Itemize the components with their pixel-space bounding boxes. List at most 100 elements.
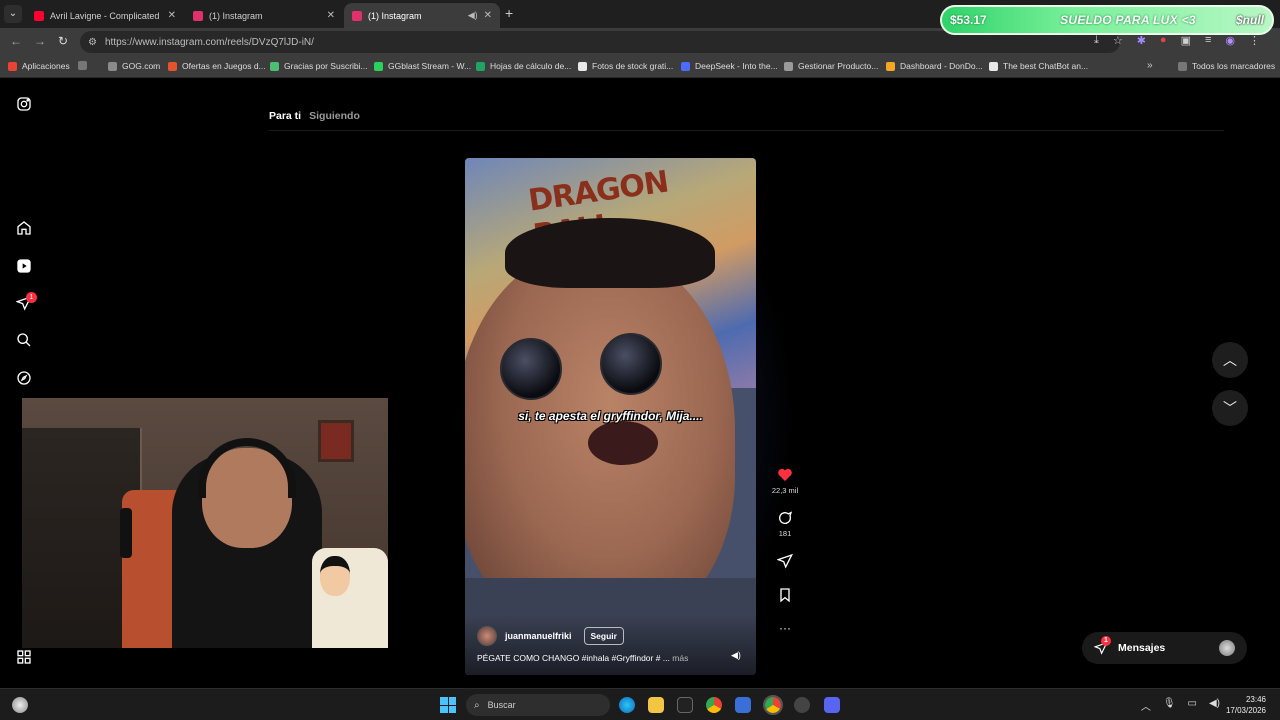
instagram-icon bbox=[193, 10, 203, 21]
divider bbox=[269, 130, 1224, 131]
reel-author: juanmanuelfriki Seguir bbox=[477, 626, 624, 646]
bookmark-ggblast[interactable]: GGblast Stream - W... bbox=[374, 61, 471, 71]
bookmark-label: Fotos de stock grati... bbox=[592, 61, 674, 71]
edge-icon[interactable] bbox=[619, 697, 635, 713]
app-icon[interactable] bbox=[735, 697, 751, 713]
more-link[interactable]: más bbox=[672, 653, 688, 663]
author-avatar[interactable] bbox=[477, 626, 497, 646]
tab-instagram-1[interactable]: (1) Instagram ✕ bbox=[185, 3, 343, 28]
save-button[interactable] bbox=[766, 587, 804, 603]
leaf-icon bbox=[270, 61, 279, 71]
bookmark-apps[interactable]: Aplicaciones bbox=[8, 61, 70, 71]
bookmark-fotos[interactable]: Fotos de stock grati... bbox=[578, 61, 673, 71]
bookmark-star-icon[interactable]: ☆ bbox=[1113, 34, 1123, 47]
bookmark-sheets[interactable]: Hojas de cálculo de... bbox=[476, 61, 571, 71]
follow-button[interactable]: Seguir bbox=[583, 627, 624, 645]
bookmark-label: Dashboard - DonDo... bbox=[900, 61, 983, 71]
share-button[interactable] bbox=[766, 553, 804, 569]
clock[interactable]: 23:46 17/03/2026 bbox=[1226, 694, 1266, 716]
obs-icon[interactable] bbox=[794, 697, 810, 713]
previous-reel-button[interactable]: ︿ bbox=[1212, 342, 1248, 378]
reel-video[interactable]: DRAGON BALL si, te apesta el gryffindor,… bbox=[465, 158, 756, 675]
bookmark-label: Gracias por Suscribi... bbox=[284, 61, 368, 71]
donation-amount: $53.17 bbox=[950, 13, 987, 27]
search-icon: ⌕ bbox=[474, 699, 480, 711]
start-button[interactable] bbox=[440, 697, 456, 713]
grid-icon[interactable] bbox=[78, 61, 92, 70]
extension-red-icon[interactable]: ● bbox=[1160, 34, 1167, 47]
kick-icon bbox=[374, 61, 383, 71]
bookmark-label: GOG.com bbox=[122, 61, 161, 71]
microphone-icon[interactable]: 🎙︎ bbox=[1163, 698, 1176, 713]
messenger-icon: 1 bbox=[1093, 636, 1111, 655]
reload-icon[interactable]: ↻ bbox=[58, 34, 68, 48]
comment-button[interactable]: 181 bbox=[766, 510, 804, 538]
bookmark-gestionar[interactable]: Gestionar Producto... bbox=[784, 61, 878, 71]
bookmark-label: Hojas de cálculo de... bbox=[490, 61, 572, 71]
comment-count: 181 bbox=[778, 529, 792, 538]
discord-icon[interactable] bbox=[824, 697, 840, 713]
webcam-poster-frame bbox=[318, 420, 354, 462]
bookmark-deepseek[interactable]: DeepSeek - Into the... bbox=[681, 61, 778, 71]
menu-icon[interactable]: ⋮ bbox=[1249, 34, 1260, 47]
site-info-icon[interactable]: ⚙ bbox=[88, 37, 97, 48]
screen: ⌄ Avril Lavigne - Complicated (Of ✕ (1) … bbox=[0, 0, 1280, 720]
bookmark-ofertas[interactable]: Ofertas en Juegos d... bbox=[168, 61, 266, 71]
reading-list-icon[interactable]: ≡ bbox=[1205, 34, 1211, 47]
more-apps-icon[interactable] bbox=[16, 649, 32, 665]
widgets-icon[interactable] bbox=[12, 697, 28, 713]
volume-icon[interactable]: ◀︎) bbox=[1209, 698, 1220, 713]
reels-icon[interactable] bbox=[16, 258, 32, 274]
chrome-profile-icon[interactable] bbox=[763, 695, 783, 715]
profile-avatar[interactable]: ◉ bbox=[1225, 34, 1235, 47]
home-icon[interactable] bbox=[16, 220, 32, 236]
hair bbox=[505, 218, 715, 288]
bookmark-label: Aplicaciones bbox=[22, 61, 70, 71]
like-button[interactable]: 22,3 mil bbox=[766, 467, 804, 495]
start-tile bbox=[448, 697, 456, 705]
close-tab-icon[interactable]: ✕ bbox=[327, 10, 335, 21]
file-explorer-icon[interactable] bbox=[648, 697, 664, 713]
more-bookmarks-icon[interactable]: » bbox=[1147, 60, 1153, 71]
bookmark-icon bbox=[777, 587, 793, 603]
search-icon[interactable] bbox=[16, 332, 32, 348]
back-icon[interactable]: ← bbox=[10, 34, 22, 48]
close-tab-icon[interactable]: ✕ bbox=[168, 10, 176, 21]
instagram-logo-icon[interactable] bbox=[16, 96, 32, 112]
donation-goal-banner: $53.17 SUELDO PARA LUX <3 $null bbox=[940, 5, 1274, 35]
messages-button[interactable]: 1 Mensajes bbox=[1082, 632, 1247, 664]
bookmark-gracias[interactable]: Gracias por Suscribi... bbox=[270, 61, 368, 71]
tab-instagram-2[interactable]: (1) Instagram ◀︎) ✕ bbox=[344, 3, 500, 28]
start-tile bbox=[440, 705, 448, 713]
taskbar-search[interactable]: ⌕ Buscar bbox=[466, 694, 610, 716]
extension-icon[interactable]: ✱ bbox=[1137, 34, 1146, 47]
more-options-icon[interactable]: ··· bbox=[766, 621, 804, 635]
bookmark-dashboard[interactable]: Dashboard - DonDo... bbox=[886, 61, 983, 71]
tray-overflow-icon[interactable]: ︿ bbox=[1141, 698, 1151, 713]
pexels-icon bbox=[578, 61, 587, 71]
explore-icon[interactable] bbox=[16, 370, 32, 386]
video-caption: si, te apesta el gryffindor, Mija.... bbox=[518, 409, 703, 423]
install-icon[interactable]: ⤓ bbox=[1094, 34, 1099, 47]
bookmark-label: DeepSeek - Into the... bbox=[695, 61, 778, 71]
tab-para-ti[interactable]: Para ti bbox=[269, 110, 301, 122]
mouth bbox=[588, 421, 658, 465]
new-tab-button[interactable]: + bbox=[505, 5, 513, 21]
all-bookmarks[interactable]: Todos los marcadores bbox=[1178, 61, 1275, 71]
tab-youtube[interactable]: Avril Lavigne - Complicated (Of ✕ bbox=[26, 3, 184, 28]
close-tab-icon[interactable]: ✕ bbox=[484, 10, 492, 21]
bookmark-chatbot[interactable]: The best ChatBot an... bbox=[989, 61, 1088, 71]
chrome-icon[interactable] bbox=[706, 697, 722, 713]
forward-icon[interactable]: → bbox=[34, 34, 46, 48]
bookmark-gog[interactable]: GOG.com bbox=[108, 61, 160, 71]
next-reel-button[interactable]: ﹀ bbox=[1212, 390, 1248, 426]
mute-toggle-icon[interactable]: ◀︎) bbox=[731, 650, 741, 661]
tab-search-button[interactable]: ⌄ bbox=[4, 5, 22, 23]
app-icon[interactable] bbox=[677, 697, 693, 713]
audio-playing-icon[interactable]: ◀︎) bbox=[468, 10, 478, 21]
extensions-puzzle-icon[interactable]: ▣ bbox=[1181, 34, 1191, 47]
network-icon[interactable]: ▭ bbox=[1188, 698, 1197, 713]
author-username[interactable]: juanmanuelfriki bbox=[505, 631, 572, 641]
heart-icon bbox=[777, 467, 793, 483]
tab-siguiendo[interactable]: Siguiendo bbox=[309, 110, 360, 122]
